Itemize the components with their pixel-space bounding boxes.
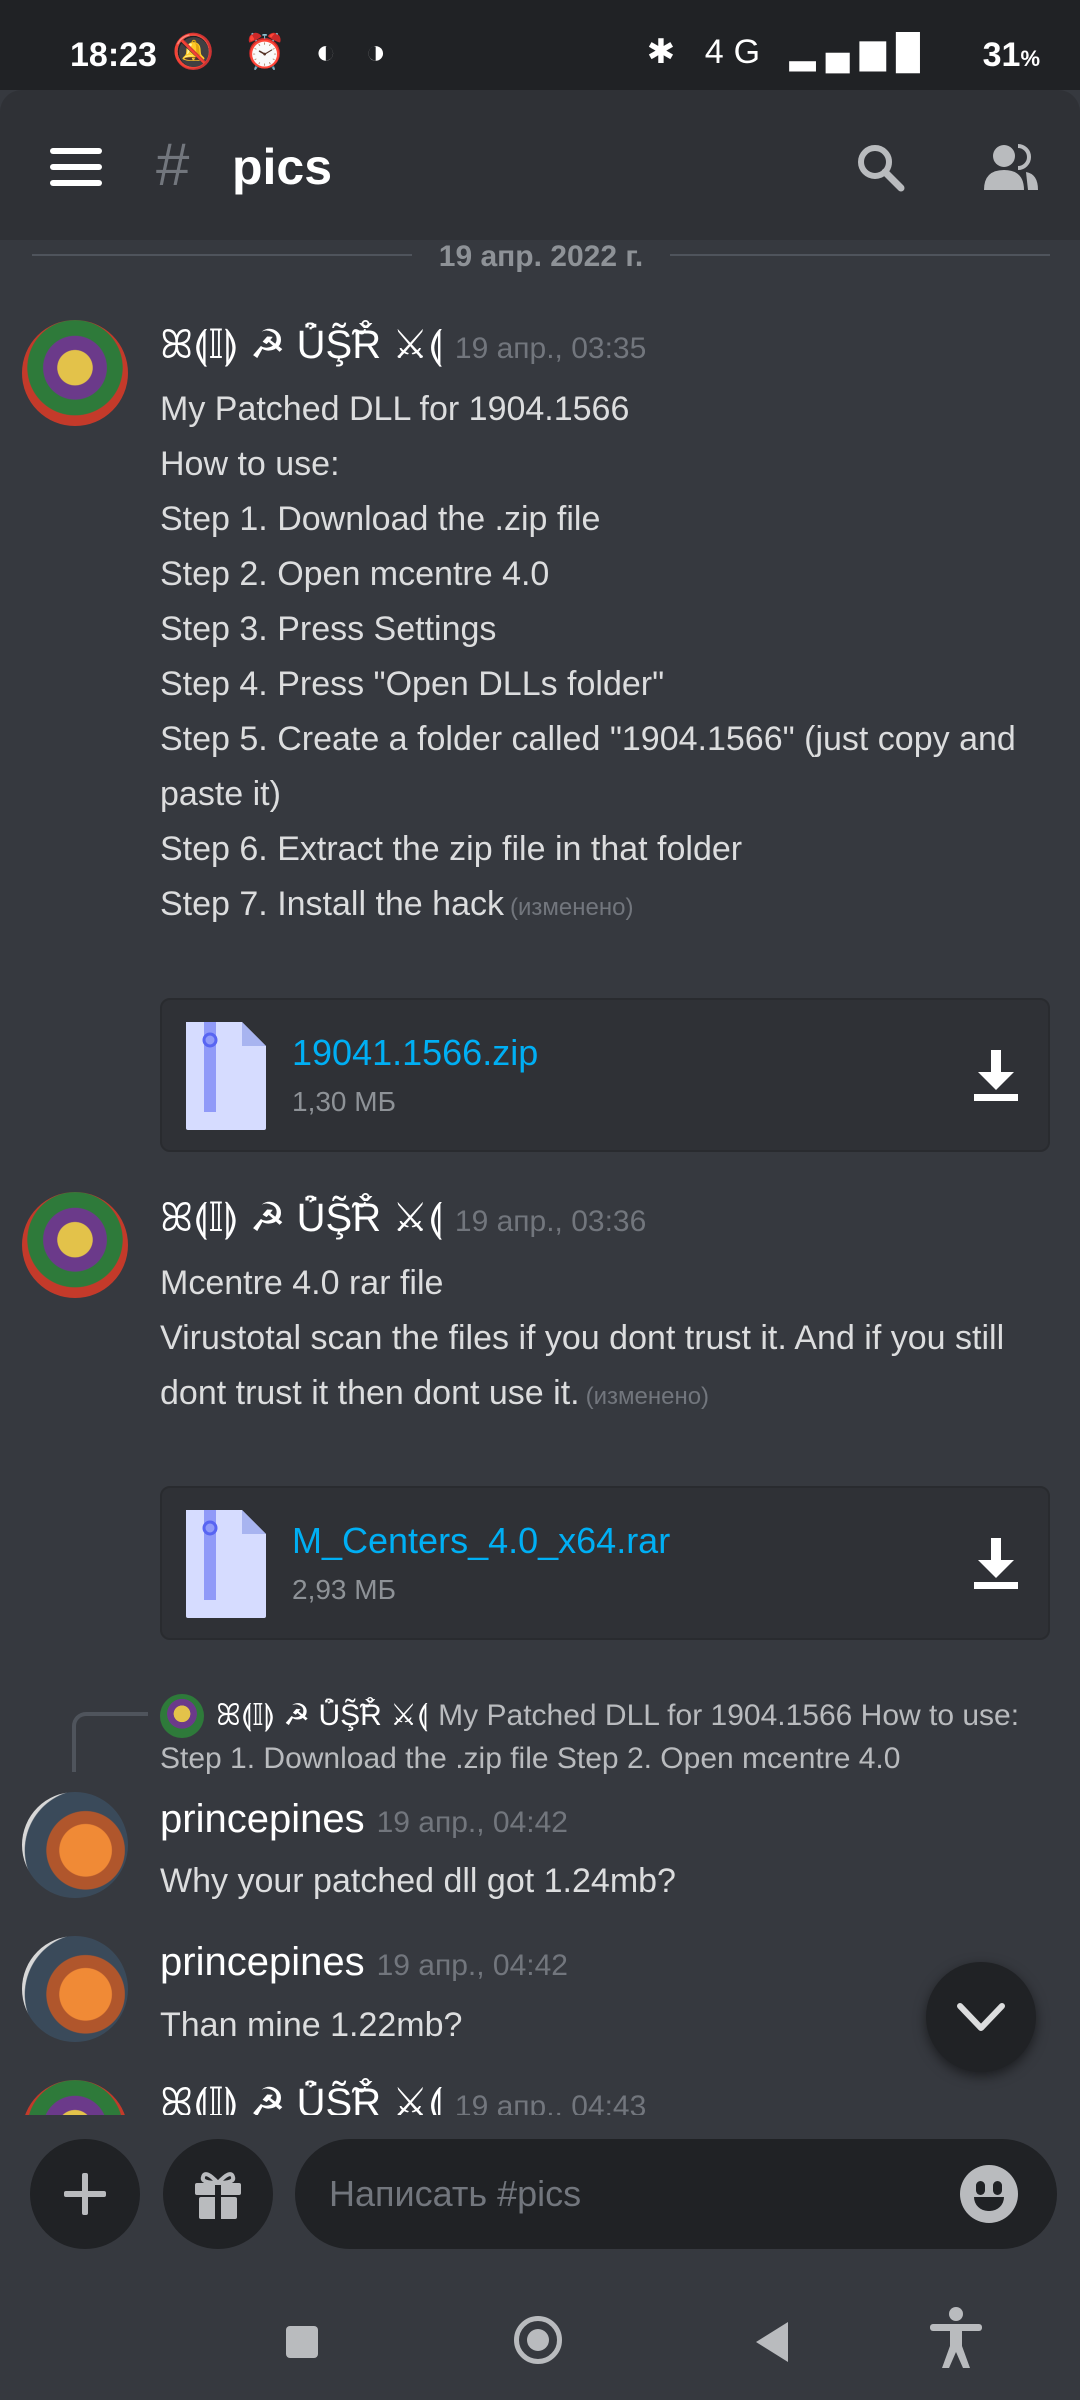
notification-icons: 🔕 ⏰ ◐ ◑	[172, 33, 397, 71]
date-divider-label: 19 апр. 2022 г.	[438, 240, 644, 273]
status-time: 18:23	[70, 36, 157, 74]
message-timestamp: 19 апр., 04:42	[376, 1806, 568, 1839]
edited-label: (изменено)	[585, 1383, 710, 1410]
message-composer	[0, 2115, 1080, 2280]
gift-icon	[195, 2172, 241, 2219]
avatar[interactable]	[22, 1192, 128, 1298]
download-icon[interactable]	[974, 1050, 1018, 1102]
members-icon[interactable]	[980, 142, 1040, 192]
channel-header: # pics	[0, 90, 1080, 240]
channel-hash-icon: #	[156, 131, 190, 198]
status-bar: 18:23 🔕 ⏰ ◐ ◑ ✱ 4G ▂▄▆█ 31%	[0, 0, 1080, 90]
file-icon	[186, 1510, 266, 1618]
gift-button[interactable]	[163, 2139, 273, 2249]
message-content: Than mine 1.22mb?	[160, 2006, 463, 2044]
message-input[interactable]	[295, 2139, 1057, 2249]
message-author[interactable]: ꕤ⟬𝕀⟭ ☭ Ủ̈Ş̃̃Ř̊ ⚔⟬ 19 апр., 03:36	[160, 1195, 646, 1241]
message-list[interactable]: 19 апр. 2022 г. ꕤ⟬𝕀⟭ ☭ Ủ̈Ş̃̃Ř̊ ⚔⟬ 19 апр.…	[0, 240, 1080, 2115]
scroll-to-bottom-button[interactable]	[926, 1962, 1036, 2072]
recents-icon[interactable]	[286, 2326, 318, 2358]
search-icon[interactable]	[855, 142, 905, 192]
avatar[interactable]	[22, 2080, 128, 2115]
message-content: Mcentre 4.0 rar file Virustotal scan the…	[160, 1264, 1014, 1412]
file-icon	[186, 1022, 266, 1130]
message-author[interactable]: ꕤ⟬𝕀⟭ ☭ Ủ̈Ş̃̃Ř̊ ⚔⟬ 19 апр., 04:43	[160, 2080, 646, 2115]
avatar[interactable]	[22, 320, 128, 426]
attachment-filename[interactable]: M_Centers_4.0_x64.rar	[292, 1520, 670, 1562]
channel-name: pics	[232, 139, 333, 195]
attachment-size: 1,30 МБ	[292, 1086, 396, 1117]
battery-level: 31%	[982, 36, 1040, 74]
reply-author: ꕤ⟬𝕀⟭ ☭ Ủ̈Ş̃̃Ř̊ ⚔⟬	[216, 1699, 429, 1732]
system-nav-bar	[0, 2280, 1080, 2400]
message-author[interactable]: princepines 19 апр., 04:42	[160, 1940, 568, 1985]
signal-icons: ✱ 4G ▂▄▆█	[646, 33, 930, 71]
avatar[interactable]	[22, 1792, 128, 1898]
message-timestamp: 19 апр., 04:42	[376, 1949, 568, 1982]
message-timestamp: 19 апр., 03:35	[454, 332, 647, 365]
message-content: My Patched DLL for 1904.1566 How to use:…	[160, 390, 1026, 923]
file-attachment[interactable]: M_Centers_4.0_x64.rar 2,93 МБ	[160, 1486, 1050, 1640]
edited-label: (изменено)	[509, 894, 634, 921]
back-icon[interactable]	[756, 2322, 788, 2362]
date-divider: 19 апр. 2022 г.	[32, 240, 1050, 274]
hamburger-icon[interactable]	[50, 148, 102, 186]
file-attachment[interactable]: 19041.1566.zip 1,30 МБ	[160, 998, 1050, 1152]
reply-preview[interactable]: ꕤ⟬𝕀⟭ ☭ Ủ̈Ş̃̃Ř̊ ⚔⟬ My Patched DLL for 1904…	[160, 1694, 1040, 1780]
emoji-icon[interactable]	[960, 2165, 1018, 2223]
download-icon[interactable]	[974, 1538, 1018, 1590]
attachment-size: 2,93 МБ	[292, 1574, 396, 1605]
home-icon[interactable]	[514, 2316, 562, 2364]
reply-connector	[72, 1712, 148, 1772]
message-timestamp: 19 апр., 03:36	[454, 1205, 647, 1238]
plus-icon[interactable]	[30, 2139, 140, 2249]
chevron-down-icon	[957, 2003, 1005, 2031]
message-timestamp: 19 апр., 04:43	[454, 2090, 647, 2115]
accessibility-icon[interactable]	[928, 2306, 984, 2370]
attachment-filename[interactable]: 19041.1566.zip	[292, 1032, 538, 1074]
avatar[interactable]	[22, 1936, 128, 2042]
message-content: Why your patched dll got 1.24mb?	[160, 1862, 676, 1900]
message-author[interactable]: princepines 19 апр., 04:42	[160, 1797, 568, 1842]
message-author[interactable]: ꕤ⟬𝕀⟭ ☭ Ủ̈Ş̃̃Ř̊ ⚔⟬ 19 апр., 03:35	[160, 322, 646, 368]
